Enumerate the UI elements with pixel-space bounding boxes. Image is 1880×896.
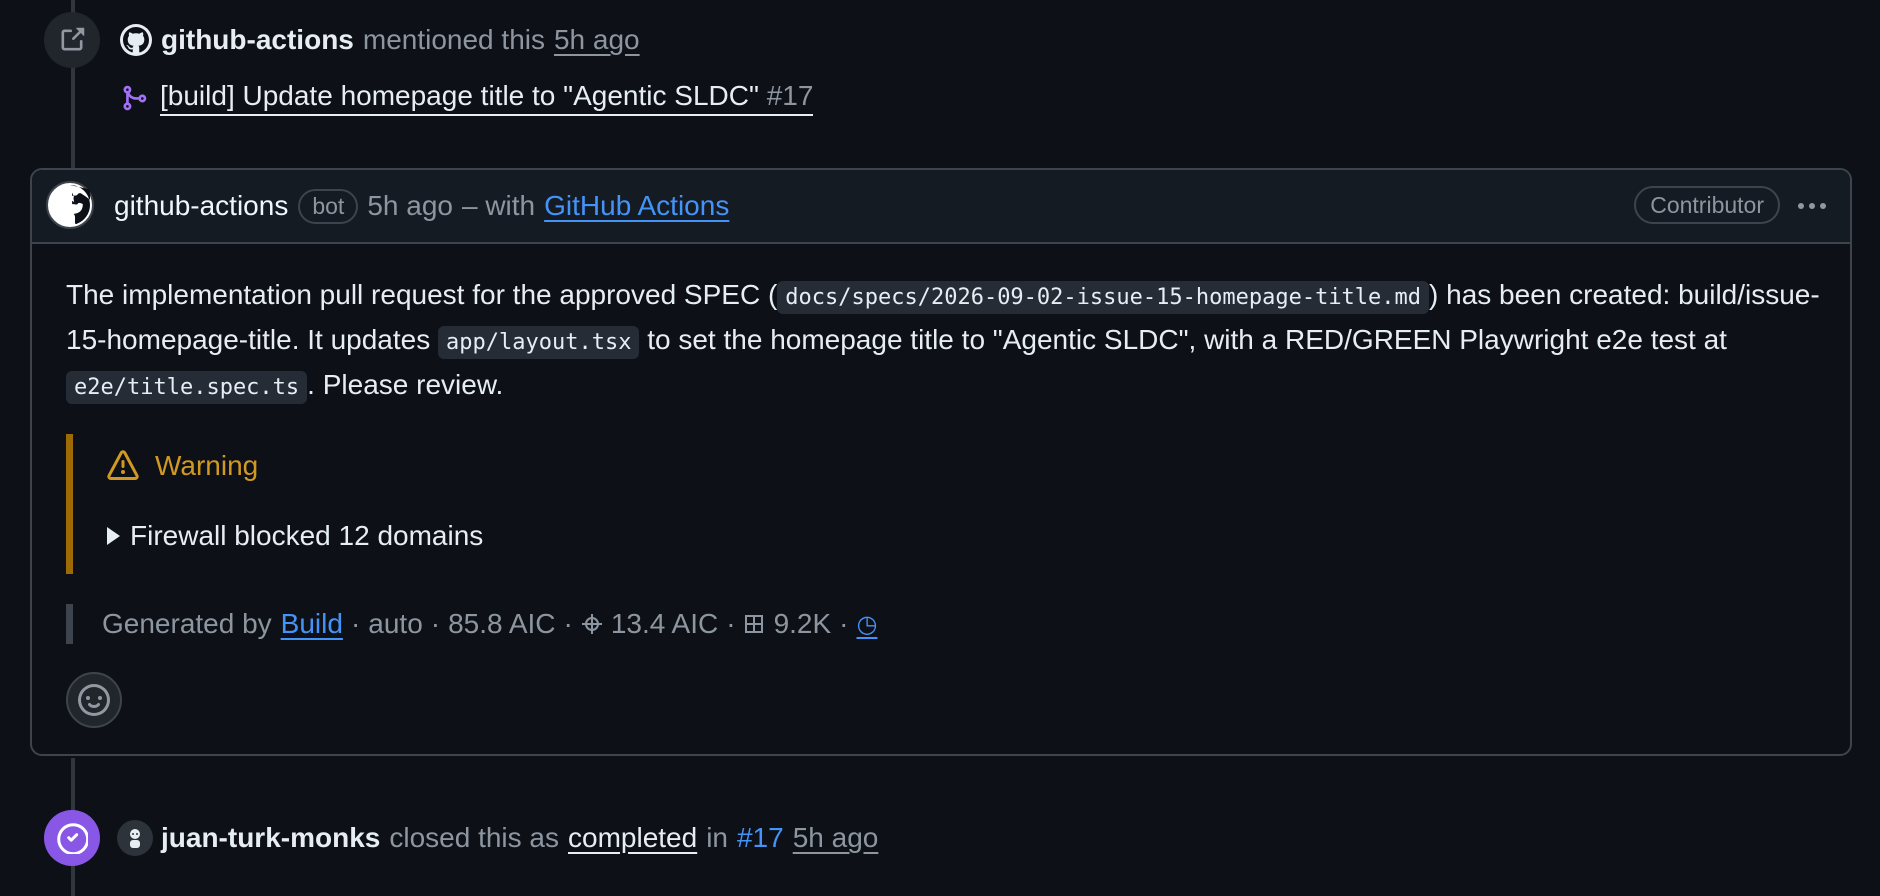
mention-action: mentioned this <box>362 24 545 55</box>
details-summary[interactable]: Firewall blocked 12 domains <box>130 520 483 552</box>
comment-box: github-actions bot 5h ago – with GitHub … <box>30 168 1852 756</box>
add-reaction-button[interactable] <box>66 672 122 728</box>
juan-turk-monks-avatar[interactable] <box>117 820 153 856</box>
body-text-4: . Please review. <box>307 369 504 400</box>
close-event: juan-turk-monks closed this as completed… <box>117 818 878 858</box>
workflow-link[interactable]: Build <box>281 608 343 640</box>
comment-body: The implementation pull request for the … <box>66 274 1826 409</box>
kebab-dot-icon <box>1798 203 1804 209</box>
kebab-dot-icon <box>1820 203 1826 209</box>
grid-icon <box>744 615 763 633</box>
separator: · <box>350 608 361 639</box>
issue-closed-icon <box>44 810 100 866</box>
comment-with: – with <box>461 190 536 221</box>
link-external-icon <box>44 12 100 68</box>
comment-meta: github-actions bot 5h ago – with GitHub … <box>114 186 729 226</box>
mention-event: github-actions mentioned this 5h ago <box>120 20 640 60</box>
close-ref-number[interactable]: #17 <box>737 822 784 854</box>
separator: · <box>839 608 849 639</box>
kebab-dot-icon <box>1809 203 1815 209</box>
firewall-details-toggle[interactable]: Firewall blocked 12 domains <box>107 516 483 556</box>
warning-callout: Warning Firewall blocked 12 domains <box>66 434 573 574</box>
generated-by-label: Generated by <box>102 608 272 639</box>
reference-link[interactable]: [build] Update homepage title to "Agenti… <box>160 80 814 116</box>
github-actions-link[interactable]: GitHub Actions <box>544 190 729 222</box>
comment-header: github-actions bot 5h ago – with GitHub … <box>32 170 1850 244</box>
alert-icon <box>107 450 139 480</box>
generated-by-note: Generated by Build · auto · 85.8 AIC · 1… <box>66 604 877 644</box>
token-count: 9.2K <box>773 608 832 639</box>
disclosure-triangle-icon <box>107 527 120 545</box>
git-pull-request-icon <box>123 85 147 111</box>
contributor-badge: Contributor <box>1634 186 1780 224</box>
warning-label: Warning <box>155 450 259 481</box>
run-mode: auto <box>368 608 423 639</box>
test-file-code: e2e/title.spec.ts <box>66 371 308 404</box>
close-in: in <box>706 822 728 853</box>
comment-time[interactable]: 5h ago <box>367 190 453 222</box>
mention-reference[interactable]: [build] Update homepage title to "Agenti… <box>120 78 814 118</box>
separator: · <box>563 608 573 639</box>
smiley-icon <box>78 684 110 716</box>
comment-options-button[interactable] <box>1792 186 1832 226</box>
cost-total: 85.8 AIC <box>448 608 556 639</box>
github-actions-avatar[interactable] <box>46 181 94 229</box>
reference-number[interactable]: #17 <box>767 80 814 111</box>
warning-title: Warning <box>107 446 258 486</box>
github-logo-icon <box>123 27 149 53</box>
mention-time[interactable]: 5h ago <box>554 24 640 56</box>
github-logo-icon <box>70 185 90 225</box>
reference-title[interactable]: [build] Update homepage title to "Agenti… <box>160 80 759 111</box>
close-actor[interactable]: juan-turk-monks <box>161 822 380 854</box>
close-state[interactable]: completed <box>568 822 697 854</box>
separator: · <box>430 608 441 639</box>
crosshair-icon <box>581 614 602 634</box>
user-avatar-icon <box>130 829 140 848</box>
bot-badge: bot <box>298 188 359 224</box>
spec-path-code: docs/specs/2026-09-02-issue-15-homepage-… <box>777 281 1430 314</box>
close-action: closed this as <box>389 822 559 853</box>
body-text-3: to set the homepage title to "Agentic SL… <box>639 324 1727 355</box>
github-actions-avatar[interactable] <box>120 24 152 56</box>
cost-step: 13.4 AIC <box>610 608 719 639</box>
close-time[interactable]: 5h ago <box>793 822 879 854</box>
separator: · <box>726 608 736 639</box>
comment-author[interactable]: github-actions <box>114 190 288 222</box>
body-text-1: The implementation pull request for the … <box>66 279 778 310</box>
clock-icon[interactable]: ◷ <box>857 610 878 638</box>
layout-file-code: app/layout.tsx <box>438 326 640 359</box>
mention-actor[interactable]: github-actions <box>161 24 354 56</box>
